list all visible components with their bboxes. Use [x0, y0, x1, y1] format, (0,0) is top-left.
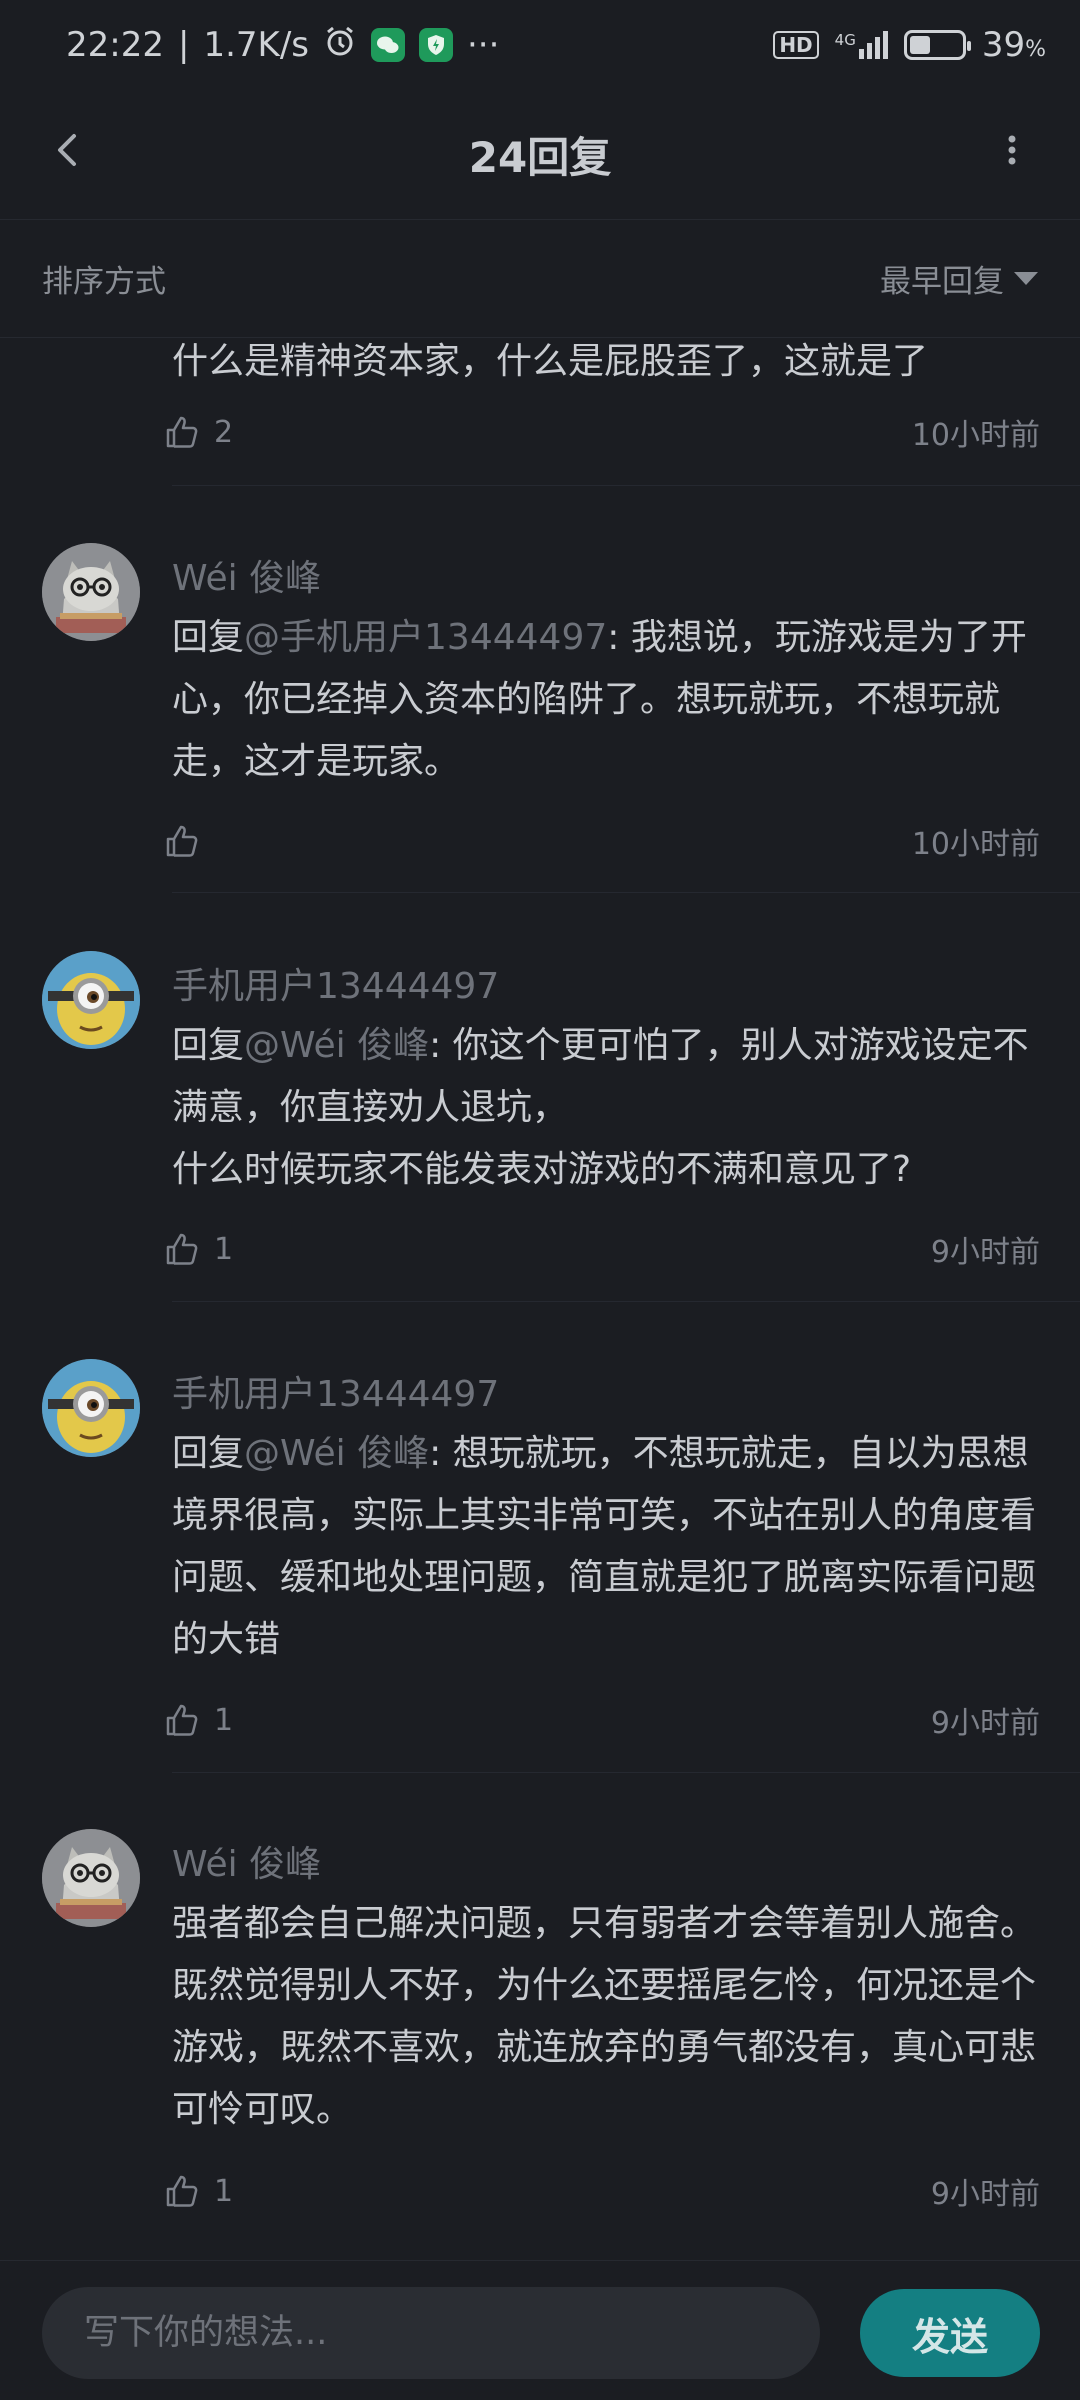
- comment-text: 什么是精神资本家，什么是屁股歪了，这就是了: [172, 341, 929, 382]
- thumbs-up-icon: [166, 2175, 198, 2207]
- comment-time: 9小时前: [930, 2177, 1040, 2212]
- top-header: 24回复: [0, 90, 1080, 220]
- like-count: 1: [214, 1231, 234, 1267]
- sort-selected: 最早回复: [880, 264, 1004, 300]
- mention-link[interactable]: @手机用户13444497: [244, 617, 607, 658]
- status-bar: 22:22 | 1.7K/s ··· HD 4G 39%: [0, 0, 1080, 90]
- avatar[interactable]: [42, 1359, 140, 1457]
- like-count: 1: [214, 2173, 234, 2209]
- reply-prefix: 回复: [172, 1025, 245, 1066]
- comment-meta: 10小时前: [162, 817, 1040, 865]
- comment-text: 回复@Wéi 俊峰: 你这个更可怕了，别人对游戏设定不满意，你直接劝人退坑， 什…: [172, 1015, 1042, 1201]
- composer-bar: 发送: [0, 2260, 1080, 2400]
- avatar[interactable]: [42, 543, 140, 641]
- thumbs-up-icon: [166, 825, 198, 857]
- comment-meta: 1 9小时前: [162, 1696, 1040, 1744]
- reply-list[interactable]: 什么是精神资本家，什么是屁股歪了，这就是了 2 10小时前 Wéi 俊峰 回复@…: [0, 339, 1080, 2260]
- comment-text: 强者都会自己解决问题，只有弱者才会等着别人施舍。既然觉得别人不好，为什么还要摇尾…: [172, 1893, 1042, 2141]
- divider: [172, 1301, 1080, 1302]
- comment-text: 回复@Wéi 俊峰: 想玩就玩，不想玩就走，自以为思想境界很高，实际上其实非常可…: [172, 1423, 1042, 1671]
- sort-bar: 排序方式 最早回复: [0, 220, 1080, 338]
- reply-prefix: 回复: [172, 1433, 245, 1474]
- like-button[interactable]: 1: [162, 1700, 233, 1740]
- like-count: 1: [214, 1702, 234, 1738]
- minion-avatar-icon: [42, 1359, 140, 1457]
- page-title: 24回复: [468, 133, 612, 182]
- divider: [172, 485, 1080, 486]
- comment-time: 10小时前: [911, 418, 1040, 453]
- comment-input[interactable]: [42, 2287, 820, 2379]
- username[interactable]: Wéi 俊峰: [172, 1835, 321, 1887]
- chevron-left-icon: [58, 134, 76, 166]
- comment-meta: 2 10小时前: [162, 408, 1040, 456]
- more-notifications-icon: ···: [467, 25, 500, 65]
- battery-fill: [909, 36, 930, 54]
- sort-label: 排序方式: [42, 264, 166, 300]
- mention-link[interactable]: @Wéi 俊峰: [244, 1025, 429, 1066]
- username[interactable]: Wéi 俊峰: [172, 549, 321, 601]
- sort-dropdown[interactable]: 最早回复: [880, 256, 1038, 301]
- comment-meta: 1 9小时前: [162, 1225, 1040, 1273]
- caret-down-icon: [1014, 272, 1038, 285]
- reply-prefix: 回复: [172, 617, 245, 658]
- battery-unit: %: [1025, 37, 1046, 62]
- wechat-icon: [371, 28, 405, 62]
- avatar[interactable]: [42, 1829, 140, 1927]
- thumbs-up-icon: [166, 1233, 198, 1265]
- more-vertical-icon: [1008, 135, 1016, 165]
- signal-icon: 4G: [835, 31, 888, 59]
- battery-percent: 39%: [982, 25, 1046, 65]
- back-button[interactable]: [36, 118, 100, 182]
- hd-icon: HD: [773, 31, 819, 59]
- comment-time: 10小时前: [911, 827, 1040, 862]
- like-button[interactable]: 1: [162, 2171, 233, 2211]
- status-speed: 1.7K/s: [203, 25, 309, 65]
- comment-meta: 1 9小时前: [162, 2167, 1040, 2215]
- username[interactable]: 手机用户13444497: [172, 957, 499, 1009]
- more-options-button[interactable]: [980, 118, 1044, 182]
- divider: [172, 1772, 1080, 1773]
- network-type: 4G: [834, 31, 856, 49]
- cat-avatar-icon: [42, 543, 140, 641]
- like-count: 2: [214, 414, 234, 450]
- thumbs-up-icon: [166, 416, 198, 448]
- send-button[interactable]: 发送: [860, 2289, 1040, 2377]
- mention-link[interactable]: @Wéi 俊峰: [244, 1433, 429, 1474]
- divider: [172, 892, 1080, 893]
- status-time: 22:22: [66, 25, 164, 65]
- status-separator: |: [177, 25, 190, 65]
- avatar[interactable]: [42, 951, 140, 1049]
- status-left: 22:22 | 1.7K/s ···: [66, 24, 499, 67]
- like-button[interactable]: [162, 821, 214, 861]
- comment-body: 强者都会自己解决问题，只有弱者才会等着别人施舍。既然觉得别人不好，为什么还要摇尾…: [172, 1903, 1037, 2130]
- alarm-icon: [323, 24, 357, 67]
- cat-avatar-icon: [42, 1829, 140, 1927]
- battery-value: 39: [981, 25, 1026, 65]
- comment-time: 9小时前: [930, 1706, 1040, 1741]
- like-button[interactable]: 1: [162, 1229, 233, 1269]
- battery-icon: [903, 30, 971, 60]
- thumbs-up-icon: [166, 1704, 198, 1736]
- minion-avatar-icon: [42, 951, 140, 1049]
- like-button[interactable]: 2: [162, 412, 233, 452]
- username[interactable]: 手机用户13444497: [172, 1365, 499, 1417]
- shield-app-icon: [419, 28, 453, 62]
- comment-time: 9小时前: [930, 1235, 1040, 1270]
- comment-text: 回复@手机用户13444497: 我想说，玩游戏是为了开心，你已经掉入资本的陷阱…: [172, 607, 1042, 793]
- status-right: HD 4G 39%: [773, 25, 1046, 65]
